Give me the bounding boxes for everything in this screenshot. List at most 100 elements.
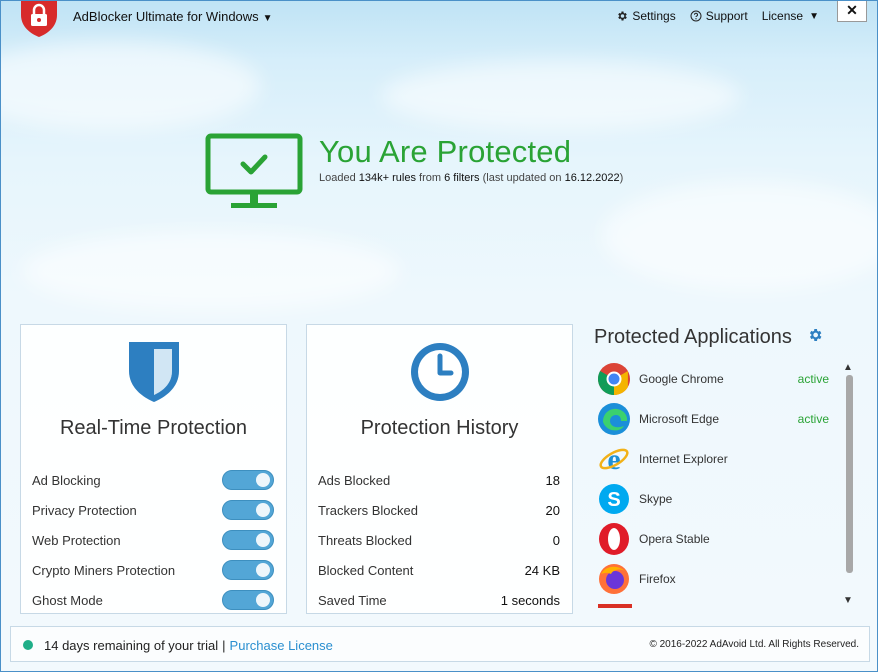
protection-history-card: Protection History Ads Blocked 18 Tracke… xyxy=(306,324,573,614)
web-protection-row: Web Protection xyxy=(32,525,274,555)
protection-history-title: Protection History xyxy=(360,417,519,439)
crypto-miners-protection-label: Crypto Miners Protection xyxy=(32,562,176,578)
filters-count: 6 filters xyxy=(444,172,480,184)
chevron-down-icon: ▼ xyxy=(809,10,819,22)
skype-icon: S xyxy=(599,484,629,514)
license-label: License xyxy=(761,9,804,23)
app-item-opera-stable[interactable]: Opera Stable xyxy=(597,519,833,559)
svg-text:e: e xyxy=(607,443,620,476)
edge-icon xyxy=(598,403,630,435)
question-circle-icon xyxy=(690,10,702,22)
clock-icon xyxy=(410,343,469,401)
settings-label: Settings xyxy=(632,9,676,23)
saved-time-value: 1 seconds xyxy=(500,592,560,608)
app-name: Skype xyxy=(639,492,673,506)
app-status-active: active xyxy=(797,412,829,426)
adblocker-shield-logo-icon xyxy=(21,1,57,37)
privacy-protection-label: Privacy Protection xyxy=(32,502,137,518)
ghost-mode-label: Ghost Mode xyxy=(32,592,103,608)
trial-separator: | xyxy=(222,638,226,653)
saved-time-label: Saved Time xyxy=(318,592,387,608)
ghost-mode-row: Ghost Mode xyxy=(32,585,274,615)
protected-applications-list: Google Chrome active Microsoft Edge acti… xyxy=(597,359,833,607)
rules-loaded-text: Loaded xyxy=(319,172,356,184)
web-protection-toggle[interactable] xyxy=(222,530,274,550)
realtime-protection-card: Real-Time Protection Ad Blocking Privacy… xyxy=(20,324,287,614)
app-item-microsoft-edge[interactable]: Microsoft Edge active xyxy=(597,399,833,439)
crypto-miners-protection-row: Crypto Miners Protection xyxy=(32,555,274,585)
crypto-miners-protection-toggle[interactable] xyxy=(222,560,274,580)
trackers-blocked-row: Trackers Blocked 20 xyxy=(318,495,560,525)
web-protection-label: Web Protection xyxy=(32,532,121,548)
app-name: Microsoft Edge xyxy=(639,412,720,426)
support-label: Support xyxy=(705,9,748,23)
last-updated-close: ) xyxy=(619,172,624,184)
main-window: AdBlocker Ultimate for Windows ▼ Settings… xyxy=(0,0,878,672)
app-item-google-chrome[interactable]: Google Chrome active xyxy=(597,359,833,399)
last-updated-date: 16.12.2022 xyxy=(564,172,620,184)
internet-explorer-icon: e xyxy=(599,443,629,476)
trial-text: 14 days remaining of your trial xyxy=(44,638,219,653)
app-name: Google Chrome xyxy=(639,372,724,386)
ad-blocking-toggle[interactable] xyxy=(222,470,274,490)
chevron-down-icon: ▼ xyxy=(262,13,273,24)
footer-bar: 14 days remaining of your trial | Purchase… xyxy=(10,626,870,662)
app-title: AdBlocker Ultimate for Windows xyxy=(73,9,259,24)
applications-settings-gear-icon[interactable] xyxy=(807,327,823,343)
blocked-content-row: Blocked Content 24 KB xyxy=(318,555,560,585)
support-link[interactable]: Support xyxy=(690,9,748,23)
applications-scrollbar[interactable] xyxy=(846,375,853,573)
background-cloud xyxy=(601,181,877,291)
app-item-internet-explorer[interactable]: e Internet Explorer xyxy=(597,439,833,479)
app-item-firefox[interactable]: Firefox xyxy=(597,559,833,599)
app-title-menu[interactable]: AdBlocker Ultimate for Windows ▼ xyxy=(73,9,273,24)
app-name: Internet Explorer xyxy=(639,452,728,466)
chrome-icon xyxy=(597,363,630,396)
license-menu[interactable]: License ▼ xyxy=(762,9,819,23)
app-name: Opera Stable xyxy=(639,532,710,546)
blocked-content-label: Blocked Content xyxy=(318,562,414,578)
ghost-mode-toggle[interactable] xyxy=(222,590,274,610)
trackers-blocked-value: 20 xyxy=(545,502,560,518)
privacy-protection-toggle[interactable] xyxy=(222,500,274,520)
last-updated-text: (last updated on xyxy=(482,172,562,184)
settings-link[interactable]: Settings xyxy=(616,9,676,23)
threats-blocked-value: 0 xyxy=(552,532,560,548)
ads-blocked-row: Ads Blocked 18 xyxy=(318,465,560,495)
threats-blocked-label: Threats Blocked xyxy=(318,532,412,548)
app-name: Firefox xyxy=(639,572,676,586)
svg-text:S: S xyxy=(607,489,620,511)
rules-count: 134k+ rules xyxy=(358,172,416,184)
ads-blocked-value: 18 xyxy=(545,472,560,488)
app-item-skype[interactable]: S Skype xyxy=(597,479,833,519)
protected-applications-title: Protected Applications xyxy=(594,326,792,348)
blocked-content-value: 24 KB xyxy=(524,562,560,578)
firefox-icon xyxy=(599,564,629,594)
ad-blocking-row: Ad Blocking xyxy=(32,465,274,495)
gear-icon xyxy=(618,11,628,21)
ad-blocking-label: Ad Blocking xyxy=(32,472,101,488)
copyright-text: © 2016-2022 AdAvoid Ltd. All Rights Rese… xyxy=(649,639,859,650)
shield-icon xyxy=(128,342,179,402)
purchase-license-link[interactable]: Purchase License xyxy=(230,638,333,653)
saved-time-row: Saved Time 1 seconds xyxy=(318,585,560,615)
close-button[interactable]: ✕ xyxy=(837,1,867,22)
realtime-protection-title: Real-Time Protection xyxy=(59,417,248,439)
ads-blocked-label: Ads Blocked xyxy=(318,472,391,488)
scroll-up-arrow-icon[interactable]: ▲ xyxy=(843,362,853,373)
protected-monitor-icon xyxy=(205,133,303,208)
background-cloud xyxy=(21,231,401,311)
title-bar: AdBlocker Ultimate for Windows ▼ Settings… xyxy=(1,1,877,37)
next-app-partial-icon xyxy=(598,604,632,608)
opera-icon xyxy=(599,523,629,555)
protection-status-title: You Are Protected xyxy=(319,134,572,169)
privacy-protection-row: Privacy Protection xyxy=(32,495,274,525)
trial-info: 14 days remaining of your trial | Purchase… xyxy=(44,638,333,653)
background-cloud xyxy=(1,41,261,131)
rules-summary: Loaded 134k+ rules from 6 filters (last … xyxy=(319,172,623,184)
scroll-down-arrow-icon[interactable]: ▼ xyxy=(843,595,853,606)
rules-from-text: from xyxy=(419,172,442,184)
app-status-active: active xyxy=(797,372,829,386)
threats-blocked-row: Threats Blocked 0 xyxy=(318,525,560,555)
trial-status-dot-icon xyxy=(23,640,33,650)
